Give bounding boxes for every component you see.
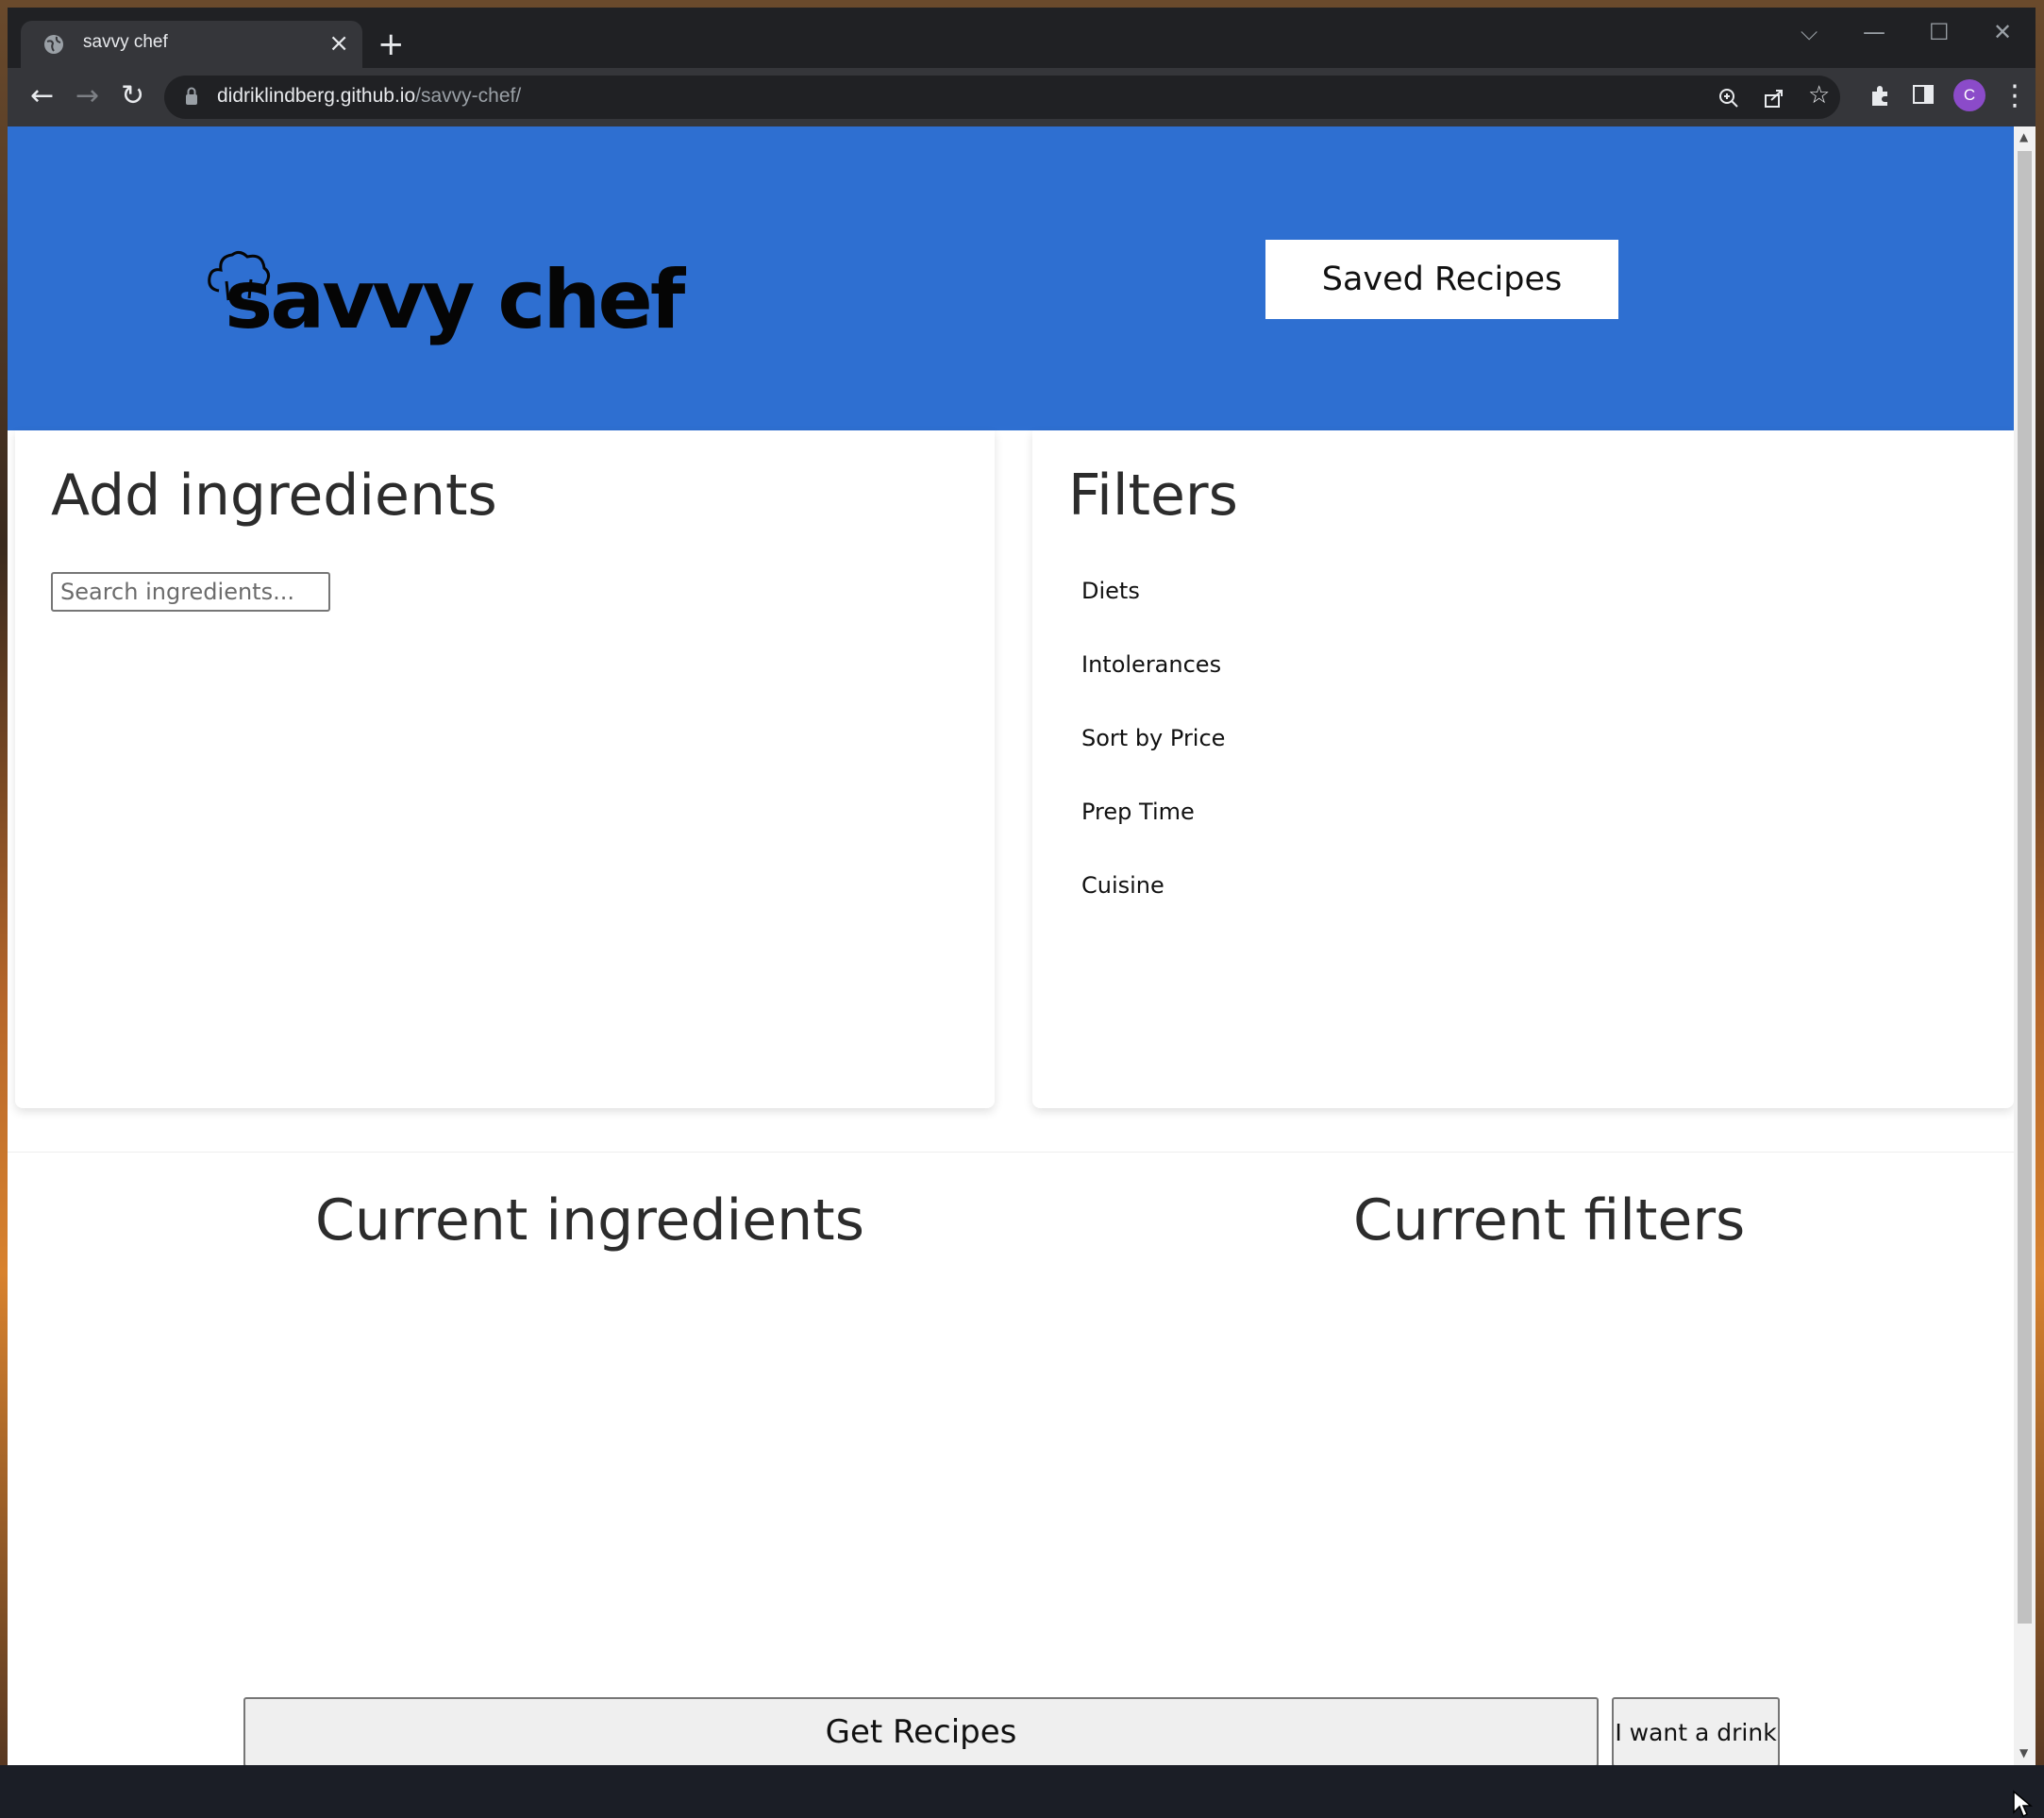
- site-header: savvy chef Saved Recipes: [8, 126, 2014, 430]
- address-bar[interactable]: didriklindberg.github.io/savvy-chef/ ☆: [164, 76, 1840, 119]
- filters-title: Filters: [1068, 463, 1238, 529]
- close-window-icon[interactable]: ✕: [1993, 19, 2012, 45]
- browser-tab[interactable]: savvy chef ×: [21, 21, 362, 68]
- side-panel-icon[interactable]: [1912, 83, 1935, 106]
- zoom-icon[interactable]: [1717, 87, 1740, 109]
- scroll-up-icon[interactable]: ▲: [2019, 130, 2028, 143]
- taskbar: [0, 1765, 2044, 1818]
- mouse-cursor-icon: [2013, 1790, 2033, 1818]
- current-ingredients-title: Current ingredients: [315, 1187, 864, 1254]
- browser-toolbar: ← → ↻ didriklindberg.github.io/savvy-che…: [8, 68, 2036, 126]
- reload-icon[interactable]: ↻: [121, 77, 144, 115]
- tab-search-icon[interactable]: ⌵: [1801, 19, 1818, 45]
- filters-card: Filters Diets Intolerances Sort by Price…: [1032, 430, 2014, 1108]
- close-tab-icon[interactable]: ×: [328, 30, 349, 57]
- filter-sort-by-price[interactable]: Sort by Price: [1081, 725, 1225, 751]
- scroll-down-icon[interactable]: ▼: [2019, 1746, 2028, 1759]
- filter-intolerances[interactable]: Intolerances: [1081, 651, 1221, 678]
- current-filters-title: Current filters: [1353, 1187, 1746, 1254]
- section-divider: [8, 1152, 2014, 1153]
- url-text: didriklindberg.github.io/savvy-chef/: [217, 85, 521, 108]
- new-tab-icon[interactable]: +: [377, 28, 405, 60]
- site-logo[interactable]: savvy chef: [196, 221, 685, 362]
- minimize-icon[interactable]: —: [1863, 19, 1885, 45]
- lock-icon: [186, 87, 197, 105]
- menu-icon[interactable]: ⋮: [2001, 77, 2029, 115]
- share-icon[interactable]: [1763, 87, 1785, 109]
- extensions-icon[interactable]: [1868, 83, 1893, 108]
- globe-icon: [44, 35, 63, 54]
- filter-diets[interactable]: Diets: [1081, 578, 1140, 604]
- scrollbar-thumb[interactable]: [2018, 151, 2032, 1624]
- search-ingredients-input[interactable]: [51, 572, 330, 612]
- profile-avatar[interactable]: C: [1953, 79, 1985, 111]
- maximize-icon[interactable]: ☐: [1929, 19, 1950, 45]
- want-drink-button[interactable]: I want a drink: [1612, 1697, 1780, 1765]
- back-icon[interactable]: ←: [30, 77, 54, 115]
- bookmark-star-icon[interactable]: ☆: [1808, 81, 1830, 109]
- filter-cuisine[interactable]: Cuisine: [1081, 872, 1164, 899]
- add-ingredients-card: Add ingredients: [15, 430, 995, 1108]
- get-recipes-button[interactable]: Get Recipes: [243, 1697, 1599, 1765]
- filter-prep-time[interactable]: Prep Time: [1081, 799, 1195, 825]
- page-scrollbar[interactable]: ▲ ▼: [2014, 126, 2036, 1765]
- url-path: /savvy-chef/: [415, 85, 522, 107]
- page-viewport: savvy chef Saved Recipes Add ingredients…: [8, 126, 2014, 1765]
- tab-title: savvy chef: [83, 32, 168, 52]
- logo-text: savvy chef: [225, 253, 685, 347]
- add-ingredients-title: Add ingredients: [51, 463, 497, 529]
- browser-window: savvy chef × + ⌵ — ☐ ✕ ← → ↻ didriklindb…: [8, 8, 2036, 1765]
- url-host: didriklindberg.github.io: [217, 85, 416, 107]
- tab-strip: savvy chef × + ⌵ — ☐ ✕: [8, 8, 2036, 68]
- saved-recipes-button[interactable]: Saved Recipes: [1265, 240, 1618, 319]
- forward-icon[interactable]: →: [75, 77, 99, 115]
